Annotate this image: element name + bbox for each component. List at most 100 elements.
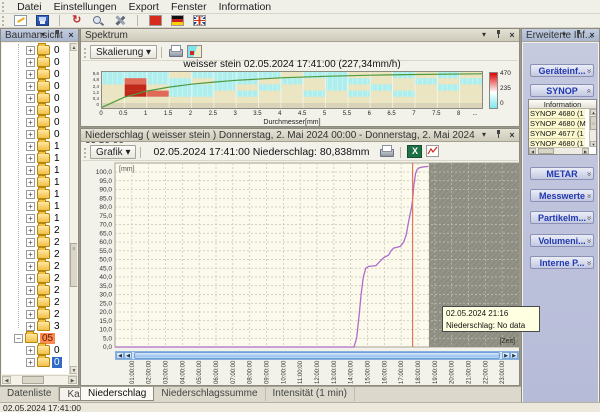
scroll-thumb[interactable] [134,352,500,359]
expand-icon[interactable]: + [26,118,35,127]
synop-table-row[interactable]: SYNOP 4680 (1 [529,109,585,119]
section-button-messwerte[interactable]: Messwerte» [530,189,594,202]
tree-item[interactable]: +1 [2,164,69,176]
toolbar-grip[interactable] [2,16,5,26]
scroll-left-arrow[interactable]: ◀ [529,148,536,154]
section-button-synop[interactable]: SYNOP» [530,84,594,97]
expand-icon[interactable]: + [26,226,35,235]
toolbar-grip[interactable] [84,148,87,158]
scroll-up-arrow[interactable]: ▲ [590,109,597,115]
tree-item[interactable]: +1 [2,212,69,224]
chevron-down-icon[interactable]: » [583,239,595,243]
synop-table[interactable]: Information SYNOP 4680 (1SYNOP 4680 (MSY… [528,99,597,155]
scroll-left-arrow[interactable]: ◀ [124,352,132,359]
menubar-grip[interactable] [2,2,5,12]
skalierung-button[interactable]: Skalierung ▾ [90,45,157,59]
chevron-down-icon[interactable]: ▾ [559,30,569,40]
synop-table-header[interactable]: Information [529,100,596,109]
tree-item[interactable]: +0 [2,104,69,116]
expand-icon[interactable]: + [26,154,35,163]
spectrum-heatmap[interactable] [101,71,483,109]
tab-niederschlagssumme[interactable]: Niederschlagssumme [154,387,265,401]
scroll-up-arrow[interactable]: ▲ [70,43,77,51]
tree-item[interactable]: +2 [2,272,69,284]
tree-item[interactable]: +0 [2,128,69,140]
close-icon[interactable]: × [66,30,76,40]
synop-table-row[interactable]: SYNOP 4680 (M [529,119,585,129]
tree-item[interactable]: +1 [2,140,69,152]
section-button-partikelm[interactable]: Partikelm...» [530,211,594,224]
tree-item[interactable]: +1 [2,176,69,188]
excel-export-icon[interactable]: X [407,145,422,158]
expand-icon[interactable]: + [26,82,35,91]
expand-icon[interactable]: + [26,250,35,259]
toolbar-grip[interactable] [84,48,87,58]
chevron-down-icon[interactable]: » [583,69,595,73]
tree-item[interactable]: +3 [2,320,69,332]
expand-icon[interactable]: + [26,262,35,271]
menu-item-datei[interactable]: Datei [11,0,48,13]
expand-icon[interactable]: + [26,58,35,67]
tree-item[interactable]: +0 [2,56,69,68]
section-button-gerteinf[interactable]: Geräteinf...» [530,64,594,77]
tab-intensit-t-1-min-[interactable]: Intensität (1 min) [266,387,355,401]
chevron-down-icon[interactable]: ▾ [38,30,48,40]
rain-chart-scrollbar[interactable]: ◀ ◀ ▶ ▶ [115,351,519,360]
intensity-chart-icon[interactable] [426,145,441,158]
tree-item[interactable]: +1 [2,188,69,200]
tree-item[interactable]: +2 [2,260,69,272]
pin-icon[interactable] [52,30,62,40]
synop-horizontal-scrollbar[interactable]: ◀ ▶ [529,147,589,154]
new-document-icon[interactable] [14,15,27,26]
collapse-icon[interactable]: − [14,334,23,343]
expand-icon[interactable]: + [26,322,35,331]
tree-item[interactable]: +2 [2,236,69,248]
expand-icon[interactable]: + [26,106,35,115]
scroll-down-arrow[interactable]: ▼ [590,141,597,147]
flag-uk-icon[interactable] [193,15,206,26]
tree-item[interactable]: +0 [2,44,69,56]
scroll-right-arrow[interactable]: ▶ [68,376,77,384]
tree-item[interactable]: +0 [2,116,69,128]
tree-item[interactable]: +1 [2,200,69,212]
chevron-up-icon[interactable]: » [583,89,595,93]
section-button-volumeni[interactable]: Volumeni...» [530,234,594,247]
expand-icon[interactable]: + [26,358,35,367]
close-icon[interactable]: × [507,30,517,40]
scroll-thumb[interactable] [22,376,44,384]
expand-icon[interactable]: + [26,166,35,175]
close-icon[interactable]: × [507,130,517,140]
expand-icon[interactable]: + [26,274,35,283]
scroll-thumb[interactable]: ≡ [70,243,77,287]
pin-icon[interactable] [493,30,503,40]
expand-icon[interactable]: + [26,70,35,79]
tree-item[interactable]: +0 [2,92,69,104]
scroll-right-arrow[interactable]: ▶ [502,352,510,359]
tree-item[interactable]: +2 [2,248,69,260]
pin-icon[interactable] [493,130,503,140]
tree-item[interactable]: +2 [2,224,69,236]
tree-item[interactable]: +1 [2,152,69,164]
expand-icon[interactable]: + [26,286,35,295]
chevron-down-icon[interactable]: ▾ [479,30,489,40]
print-icon[interactable] [168,45,183,58]
expand-icon[interactable]: + [26,298,35,307]
refresh-icon[interactable]: ↻ [70,15,83,26]
menu-item-information[interactable]: Information [213,0,278,13]
expand-icon[interactable]: + [26,46,35,55]
expand-icon[interactable]: + [26,130,35,139]
scroll-right-arrow[interactable]: ▶ [582,148,589,154]
tree-view[interactable]: +0+0+0+0+0+0+0+0+1+1+1+1+1+1+1+2+2+2+2+2… [2,43,77,374]
tree-item[interactable]: +0 [2,356,69,368]
search-icon[interactable] [92,15,105,26]
section-button-internep[interactable]: Interne P...» [530,256,594,269]
grafik-button[interactable]: Grafik ▾ [90,145,136,159]
section-button-metar[interactable]: METAR» [530,167,594,180]
flag-red-icon[interactable] [149,15,162,26]
tree-horizontal-scrollbar[interactable]: ◀ ▶ [2,375,77,384]
synop-table-row[interactable]: SYNOP 4677 (1 [529,129,585,139]
expand-icon[interactable]: + [26,142,35,151]
spectrum-chart-icon[interactable] [187,45,202,58]
tools-icon[interactable] [114,15,127,26]
tree-item[interactable]: +2 [2,308,69,320]
